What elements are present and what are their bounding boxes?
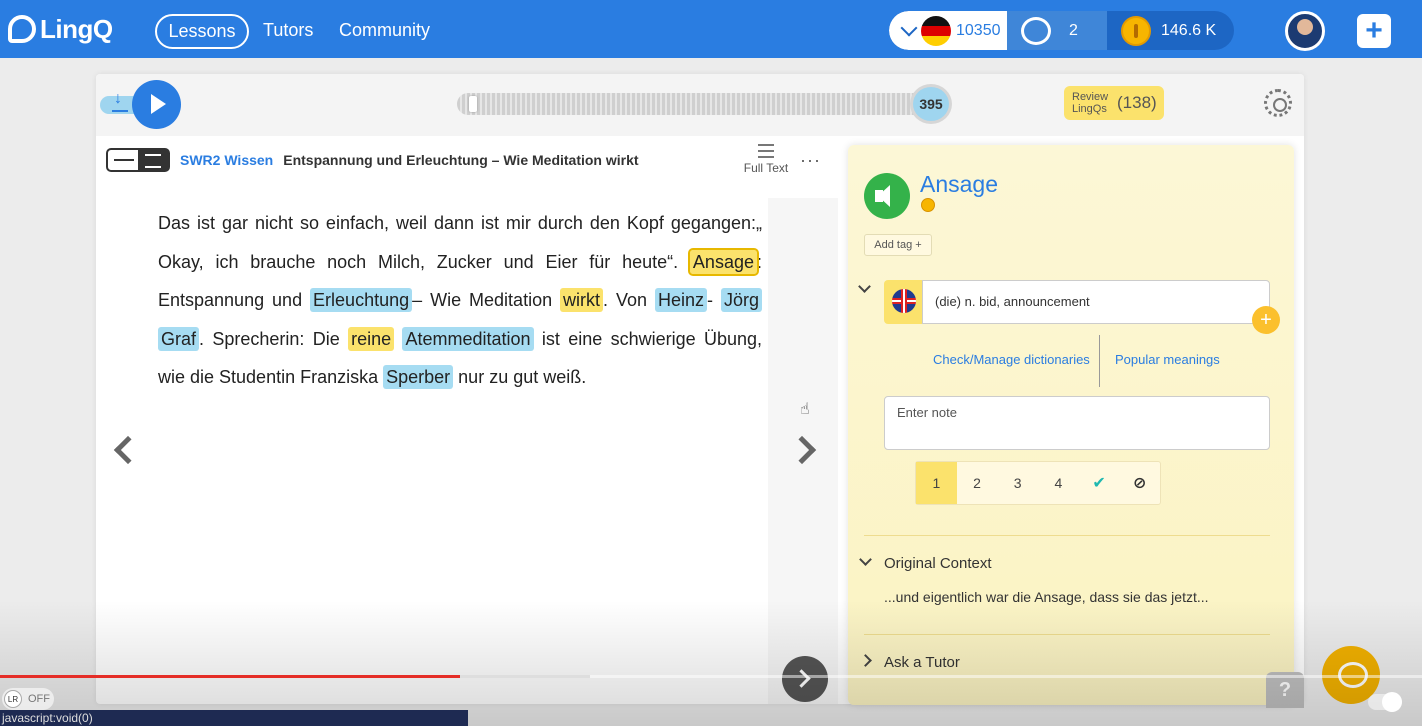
known-check-icon[interactable]: ✔: [1079, 462, 1120, 504]
play-button[interactable]: [132, 80, 181, 129]
text-segment: . Von: [603, 290, 655, 310]
original-context-title[interactable]: Original Context: [884, 555, 992, 572]
status-4-button[interactable]: 4: [1038, 462, 1079, 504]
word-graf[interactable]: Graf: [158, 326, 200, 351]
lingq-logo[interactable]: LingQ: [8, 10, 113, 48]
add-meaning-button[interactable]: +: [1252, 306, 1280, 334]
browser-status-url: javascript:void(0): [0, 710, 468, 726]
full-text-button[interactable]: Full Text: [736, 144, 796, 175]
ignore-icon[interactable]: ⊘: [1119, 462, 1160, 504]
plus-icon: +: [1365, 14, 1383, 47]
plus-icon: +: [1260, 308, 1272, 331]
user-avatar[interactable]: [1285, 11, 1325, 51]
lesson-header: SWR2 Wissen Entspannung und Erleuchtung …: [106, 148, 806, 172]
text-segment: . Sprecherin: Die: [199, 328, 349, 349]
german-flag-icon: [921, 15, 951, 46]
top-navbar: LingQ Lessons Tutors Community 10350 2 1…: [0, 0, 1422, 58]
streak-count: 2: [1069, 21, 1078, 39]
reading-text: Das ist gar nicht so einfach, weil dann …: [158, 204, 762, 397]
chevron-right-icon[interactable]: [859, 654, 872, 667]
language-reactor-toggle[interactable]: LR OFF: [2, 688, 54, 710]
status-1-button[interactable]: 1: [916, 462, 957, 504]
add-tag-button[interactable]: Add tag +: [864, 234, 932, 256]
chevron-down-icon[interactable]: [859, 553, 872, 566]
term-title: Ansage: [920, 171, 999, 197]
word-heinz[interactable]: Heinz: [655, 288, 708, 312]
stats-bar: 10350 2 146.6 K: [889, 11, 1234, 50]
word-ansage[interactable]: Ansage: [687, 247, 759, 276]
word-atemmeditation[interactable]: Atemmeditation: [402, 326, 534, 351]
review-lingqs-button[interactable]: Review LingQs (138): [1064, 86, 1164, 120]
coins-count: 146.6 K: [1161, 21, 1217, 39]
review-label: Review LingQs: [1072, 91, 1109, 115]
status-3-button[interactable]: 3: [997, 462, 1038, 504]
language-selector[interactable]: 10350: [889, 11, 1007, 50]
lesson-progress-track[interactable]: [457, 93, 927, 115]
text-segment: -: [707, 290, 721, 310]
hint-language-selector[interactable]: [884, 280, 922, 324]
previous-page-arrow-icon[interactable]: [113, 435, 143, 465]
lr-badge: LR: [4, 690, 22, 708]
logo-text: LingQ: [40, 13, 113, 44]
known-words-count: 10350: [956, 21, 1001, 39]
nav-community-link[interactable]: Community: [339, 20, 430, 41]
hint-meaning-field[interactable]: (die) n. bid, announcement: [922, 280, 1270, 324]
word-joerg[interactable]: Jörg: [720, 288, 762, 312]
divider: [864, 535, 1270, 536]
add-content-button[interactable]: +: [1357, 14, 1391, 48]
lr-off-label: OFF: [28, 693, 50, 705]
word-sperber[interactable]: Sperber: [383, 365, 454, 389]
speaker-icon[interactable]: [864, 173, 910, 219]
check-dictionaries-link[interactable]: Check/Manage dictionaries: [933, 352, 1090, 367]
divider: [864, 634, 1270, 635]
status-2-button[interactable]: 2: [957, 462, 998, 504]
word-reine[interactable]: reine: [348, 326, 395, 351]
lingq-logo-icon: [8, 15, 36, 43]
chevron-down-icon[interactable]: [858, 280, 871, 293]
gear-icon[interactable]: [1264, 89, 1292, 117]
next-lesson-button[interactable]: [782, 656, 828, 702]
lesson-title: Entspannung und Erleuchtung – Wie Medita…: [283, 152, 639, 168]
uk-flag-icon: [892, 289, 916, 313]
coins-stat[interactable]: 146.6 K: [1107, 11, 1234, 50]
apple-icon: [1021, 16, 1051, 45]
nav-lessons-button[interactable]: Lessons: [155, 14, 249, 49]
coin-icon: [1121, 15, 1151, 46]
text-segment: Das ist gar nicht so einfach, weil dann …: [158, 213, 762, 272]
ask-tutor-title[interactable]: Ask a Tutor: [884, 654, 960, 671]
more-options-icon[interactable]: ···: [800, 150, 821, 171]
text-segment: – Wie Meditation: [412, 290, 561, 310]
progress-knob[interactable]: [469, 96, 477, 112]
streak-stat[interactable]: 2: [1007, 11, 1107, 50]
nav-tutors-link[interactable]: Tutors: [263, 20, 313, 41]
review-count: (138): [1117, 93, 1157, 112]
chevron-down-icon: [900, 19, 918, 36]
popular-meanings-link[interactable]: Popular meanings: [1115, 352, 1220, 367]
video-buffered: [460, 675, 590, 678]
lingq-word-panel: Ansage Add tag + (die) n. bid, announcem…: [848, 145, 1294, 705]
divider: [1099, 335, 1100, 387]
course-link[interactable]: SWR2 Wissen: [180, 152, 273, 168]
view-mode-toggle[interactable]: [106, 148, 170, 172]
audio-player-bar: 395 Review LingQs (138): [96, 74, 1304, 136]
word-wirkt[interactable]: wirkt: [560, 288, 604, 312]
full-text-icon: [758, 144, 774, 158]
status-selector: 1 2 3 4 ✔ ⊘: [915, 461, 1161, 505]
video-played-progress[interactable]: [0, 675, 460, 678]
page-view-icon: [138, 150, 168, 170]
text-segment: nur zu gut weiß.: [453, 367, 587, 387]
full-text-label: Full Text: [743, 161, 789, 175]
download-icon[interactable]: [112, 90, 128, 112]
note-input[interactable]: Enter note: [884, 396, 1270, 450]
original-context-text: ...und eigentlich war die Ansage, dass s…: [884, 589, 1209, 605]
page-position-badge: 395: [910, 84, 952, 124]
word-erleuchtung[interactable]: Erleuchtung: [310, 288, 413, 312]
coin-icon: [921, 198, 935, 212]
autoplay-toggle[interactable]: [1368, 692, 1402, 712]
hand-cursor-icon: ☝: [800, 401, 810, 418]
